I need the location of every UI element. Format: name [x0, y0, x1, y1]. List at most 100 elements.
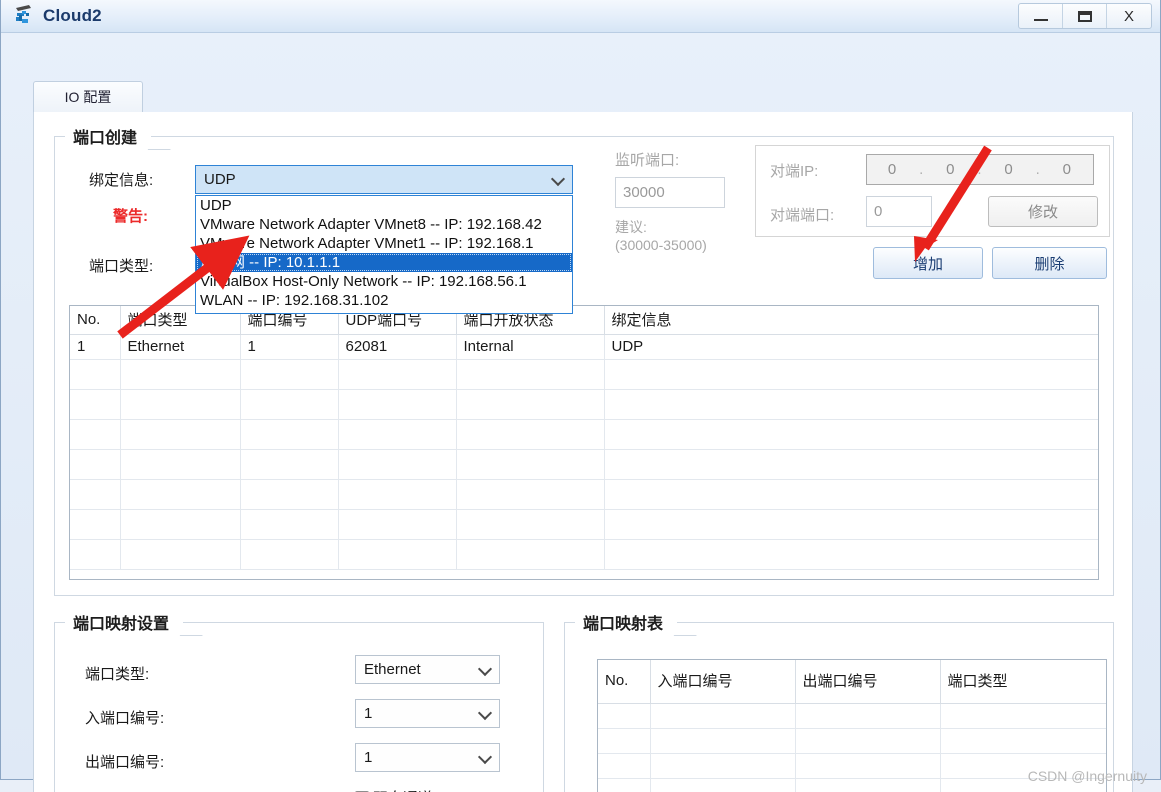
- col-binding-info: 绑定信息: [604, 306, 1098, 335]
- in-port-number-value: 1: [364, 705, 373, 722]
- ip-separator: .: [919, 161, 925, 178]
- cell-open-state: Internal: [456, 334, 605, 360]
- tab-io-config-label: IO 配置: [64, 89, 112, 105]
- table-row-empty[interactable]: [70, 419, 1098, 450]
- group-mapping-table-title: 端口映射表: [575, 609, 678, 635]
- label-peer-ip: 对端IP:: [770, 163, 819, 180]
- bidirectional-channel-label: 双向通道: [373, 787, 433, 792]
- bidirectional-channel-checkbox[interactable]: 双向通道: [355, 787, 433, 792]
- label-mapping-port-type: 端口类型:: [85, 666, 150, 683]
- window-controls: X: [1018, 3, 1152, 29]
- col-port-type: 端口类型: [940, 660, 1106, 704]
- mapping-port-type-value: Ethernet: [364, 661, 421, 678]
- group-mapping-table: 端口映射表 No. 入端口编号 出端口编号 端口类型: [564, 609, 1114, 792]
- group-peer-endpoint: 对端IP: 0 . 0 . 0 . 0 对端端口: 0 修改: [755, 145, 1110, 237]
- col-no: No.: [598, 660, 651, 704]
- cell-port-type: Ethernet: [120, 334, 241, 360]
- ip-separator: .: [977, 161, 983, 178]
- tab-io-config[interactable]: IO 配置: [33, 81, 143, 113]
- close-icon: X: [1123, 7, 1134, 25]
- cell-udp-port: 62081: [338, 334, 457, 360]
- tab-strip: IO 配置: [33, 81, 1133, 113]
- table-row-empty[interactable]: [70, 509, 1098, 540]
- binding-info-dropdown-list[interactable]: UDP VMware Network Adapter VMnet8 -- IP:…: [195, 195, 573, 314]
- port-table-grid: No. 端口类型 端口编号 UDP端口号 端口开放状态 绑定信息 1 Ether…: [70, 306, 1098, 570]
- peer-ip-octet-3: 0: [1004, 161, 1014, 178]
- group-mapping-settings-title: 端口映射设置: [65, 609, 184, 635]
- maximize-icon: [1077, 10, 1092, 22]
- table-row-empty[interactable]: [598, 703, 1106, 729]
- dropdown-item[interactable]: VMware Network Adapter VMnet1 -- IP: 192…: [196, 234, 572, 253]
- delete-port-button-label: 删除: [1034, 255, 1065, 273]
- port-table[interactable]: No. 端口类型 端口编号 UDP端口号 端口开放状态 绑定信息 1 Ether…: [69, 305, 1099, 580]
- group-port-create: 端口创建 绑定信息: 警告: 端口类型: UDP UDP VMware Netw…: [54, 123, 1114, 596]
- dropdown-item[interactable]: VirtualBox Host-Only Network -- IP: 192.…: [196, 272, 572, 291]
- table-header-row: No. 入端口编号 出端口编号 端口类型: [598, 660, 1106, 704]
- client-area: IO 配置 端口创建 绑定信息: 警告: 端口类型: UDP UDP VMwar…: [1, 33, 1160, 792]
- mapping-port-type-combobox[interactable]: Ethernet: [355, 655, 500, 684]
- cell-binding: UDP: [604, 334, 1098, 360]
- binding-info-combobox[interactable]: UDP: [195, 165, 573, 194]
- cell-port-number: 1: [240, 334, 339, 360]
- chevron-down-icon: [477, 749, 493, 764]
- window-title: Cloud2: [43, 6, 102, 25]
- in-port-number-combobox[interactable]: 1: [355, 699, 500, 728]
- peer-port-value: 0: [874, 203, 883, 220]
- minimize-button[interactable]: [1019, 4, 1063, 28]
- label-port-type: 端口类型:: [89, 258, 154, 275]
- listen-port-value: 30000: [623, 184, 665, 201]
- close-button[interactable]: X: [1107, 4, 1151, 28]
- col-no: No.: [70, 306, 121, 335]
- label-warning: 警告:: [113, 208, 148, 225]
- peer-ip-octet-2: 0: [946, 161, 956, 178]
- col-in-port: 入端口编号: [650, 660, 796, 704]
- label-listen-port: 监听端口:: [615, 152, 680, 169]
- label-binding-info: 绑定信息:: [89, 172, 154, 189]
- app-window: Cloud2 X IO 配置 端口创建 绑定信息: 警告: 端口类型: UDP …: [0, 0, 1161, 792]
- dropdown-item[interactable]: VMware Network Adapter VMnet8 -- IP: 192…: [196, 215, 572, 234]
- modify-button-label: 修改: [1027, 204, 1058, 221]
- title-bar: Cloud2 X: [1, 0, 1160, 33]
- group-port-create-title: 端口创建: [65, 123, 152, 149]
- dropdown-item[interactable]: WLAN -- IP: 192.168.31.102: [196, 291, 572, 310]
- delete-port-button[interactable]: 删除: [992, 247, 1107, 279]
- col-out-port: 出端口编号: [795, 660, 941, 704]
- group-mapping-settings: 端口映射设置 端口类型: Ethernet 入端口编号: 1 出端口编号: 1: [54, 609, 544, 792]
- table-row-empty[interactable]: [70, 359, 1098, 390]
- screenshot-root: Cloud2 X IO 配置 端口创建 绑定信息: 警告: 端口类型: UDP …: [0, 0, 1161, 792]
- watermark: CSDN @Ingernuity: [1027, 768, 1147, 784]
- binding-info-value: UDP: [204, 171, 236, 188]
- dropdown-item[interactable]: UDP: [196, 196, 572, 215]
- add-port-button[interactable]: 增加: [873, 247, 983, 279]
- chevron-down-icon: [477, 705, 493, 720]
- label-peer-port: 对端端口:: [770, 207, 835, 224]
- maximize-button[interactable]: [1063, 4, 1107, 28]
- label-in-port-number: 入端口编号:: [85, 710, 165, 727]
- ip-separator: .: [1035, 161, 1041, 178]
- peer-ip-octet-1: 0: [887, 161, 898, 178]
- label-suggest: 建议:: [615, 219, 647, 235]
- peer-ip-input[interactable]: 0 . 0 . 0 . 0: [866, 154, 1094, 185]
- listen-port-input[interactable]: 30000: [615, 177, 725, 208]
- cell-no: 1: [70, 334, 121, 360]
- table-row[interactable]: 1 Ethernet 1 62081 Internal UDP: [70, 334, 1098, 360]
- table-row-empty[interactable]: [70, 539, 1098, 570]
- cloud-node-icon: [13, 4, 39, 28]
- peer-ip-octet-4: 0: [1062, 161, 1072, 178]
- table-row-empty[interactable]: [70, 479, 1098, 510]
- dropdown-item-selected[interactable]: 以太网 -- IP: 10.1.1.1: [196, 253, 572, 272]
- minimize-icon: [1033, 19, 1048, 21]
- label-out-port-number: 出端口编号:: [85, 754, 165, 771]
- table-row-empty[interactable]: [598, 728, 1106, 754]
- out-port-number-value: 1: [364, 749, 373, 766]
- label-suggest-range: (30000-35000): [615, 237, 707, 253]
- add-port-button-label: 增加: [912, 255, 943, 273]
- chevron-down-icon: [477, 661, 493, 676]
- chevron-down-icon: [550, 171, 566, 186]
- tab-page-io-config: 端口创建 绑定信息: 警告: 端口类型: UDP UDP VMware Netw…: [33, 112, 1133, 792]
- table-row-empty[interactable]: [70, 449, 1098, 480]
- out-port-number-combobox[interactable]: 1: [355, 743, 500, 772]
- peer-port-input[interactable]: 0: [866, 196, 932, 227]
- table-row-empty[interactable]: [70, 389, 1098, 420]
- modify-button[interactable]: 修改: [988, 196, 1098, 227]
